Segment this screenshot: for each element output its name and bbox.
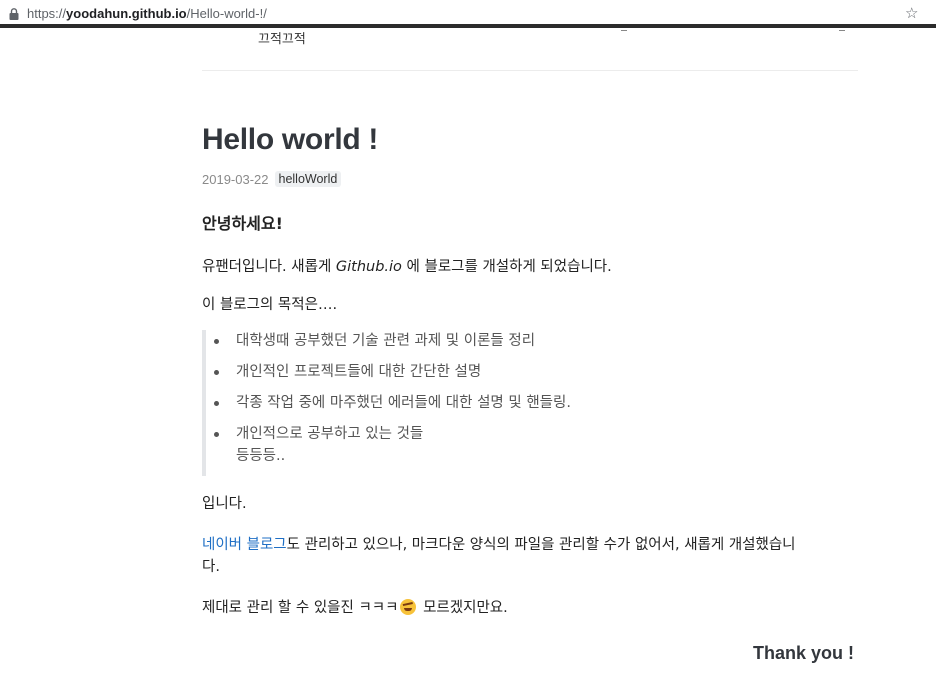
naver-paragraph: 네이버 블로그도 관리하고 있으나, 마크다운 양식의 파일을 관리할 수가 없…: [202, 534, 796, 578]
post-title: Hello world !: [202, 123, 379, 156]
bullet-icon: [214, 370, 219, 375]
lock-icon: [9, 8, 19, 20]
goals-list: 대학생때 공부했던 기술 관련 과제 및 이론들 정리 개인적인 프로젝트들에 …: [214, 330, 571, 467]
list-item: 개인적으로 공부하고 있는 것들등등등..: [214, 423, 571, 467]
intro-paragraph: 유팬더입니다. 새롭게 Github.io 에 블로그를 개설하게 되었습니다.: [202, 256, 612, 278]
goal-text: 각종 작업 중에 마주했던 에러들에 대한 설명 및 핸들링.: [236, 395, 571, 411]
post-meta: 2019-03-22 helloWorld: [202, 171, 342, 187]
bullet-icon: [214, 339, 219, 344]
goal-text: 개인적으로 공부하고 있는 것들: [236, 426, 424, 442]
intro-text-end: 에 블로그를 개설하게 되었습니다.: [401, 259, 612, 275]
url-scheme: https://: [27, 6, 67, 21]
rofl-emoji-icon: [400, 599, 417, 615]
goal-text: 개인적인 프로젝트들에 대한 간단한 설명: [236, 364, 482, 380]
list-item: 대학생때 공부했던 기술 관련 과제 및 이론들 정리: [214, 330, 571, 361]
conclusion-paragraph: 입니다.: [202, 496, 247, 512]
goals-blockquote: 대학생때 공부했던 기술 관련 과제 및 이론들 정리 개인적인 프로젝트들에 …: [202, 330, 762, 476]
address-text[interactable]: https://yoodahun.github.io/Hello-world-!…: [27, 6, 267, 21]
browser-url-bar[interactable]: https://yoodahun.github.io/Hello-world-!…: [0, 0, 936, 28]
post-date: 2019-03-22: [202, 171, 269, 187]
purpose-paragraph: 이 블로그의 목적은….: [202, 297, 338, 313]
github-io-emphasis: Github.io: [335, 259, 402, 275]
list-item: 각종 작업 중에 마주했던 에러들에 대한 설명 및 핸들링.: [214, 392, 571, 423]
closing-text-end: 모르겠지만요.: [418, 600, 508, 616]
goal-extra-text: 등등등..: [236, 448, 286, 464]
goal-text: 대학생때 공부했던 기술 관련 과제 및 이론들 정리: [236, 333, 536, 349]
tag-badge[interactable]: helloWorld: [274, 171, 342, 187]
url-path: /Hello-world-!/: [186, 6, 267, 21]
naver-text: 도 관리하고 있으나, 마크다운 양식의 파일을 관리할 수가 없어서, 새롭게…: [286, 537, 796, 553]
nav-fragment: [621, 27, 627, 31]
nav-fragment: [839, 27, 845, 31]
bullet-icon: [214, 401, 219, 406]
naver-text-wrap: 다.: [202, 559, 220, 575]
header-divider: [202, 70, 858, 71]
list-item: 개인적인 프로젝트들에 대한 간단한 설명: [214, 361, 571, 392]
thank-you-text: Thank you !: [753, 643, 855, 663]
intro-text-start: 유팬더입니다. 새롭게: [202, 259, 336, 275]
site-subtitle: 끄적끄적: [258, 32, 306, 47]
greeting-heading: 안녕하세요!: [202, 214, 283, 233]
star-icon[interactable]: ☆: [905, 5, 918, 21]
naver-blog-link[interactable]: 네이버 블로그: [202, 537, 287, 553]
bullet-icon: [214, 432, 219, 437]
closing-paragraph: 제대로 관리 할 수 있을진 ㅋㅋㅋ 모르겠지만요.: [202, 597, 508, 619]
url-host: yoodahun.github.io: [66, 6, 187, 21]
closing-text-start: 제대로 관리 할 수 있을진 ㅋㅋㅋ: [202, 600, 399, 616]
